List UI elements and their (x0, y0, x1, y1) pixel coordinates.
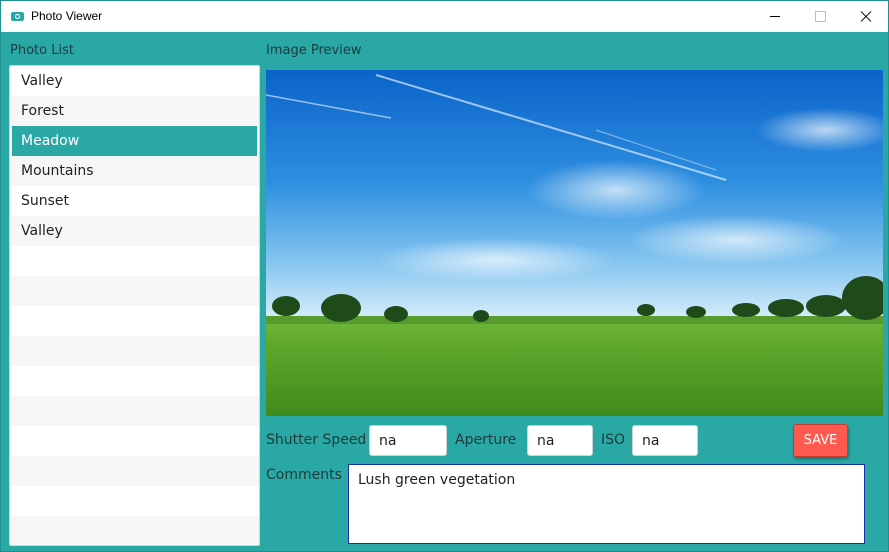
empty-row (10, 456, 259, 486)
aperture-input[interactable] (527, 425, 593, 456)
meadow-landscape-image (266, 70, 883, 416)
close-button[interactable] (843, 1, 888, 32)
shutter-speed-input[interactable] (369, 425, 447, 456)
photo-list-label: Photo List (10, 43, 74, 58)
minimize-button[interactable] (751, 1, 797, 32)
maximize-button[interactable] (797, 1, 843, 32)
empty-row (10, 336, 259, 366)
iso-label: ISO (601, 432, 626, 448)
empty-row (10, 366, 259, 396)
app-icon (11, 12, 24, 21)
iso-input[interactable] (632, 425, 698, 456)
photo-list-item-valley-2[interactable]: Valley (10, 216, 259, 246)
photo-list-item-meadow[interactable]: Meadow (12, 126, 257, 156)
empty-row (10, 306, 259, 336)
image-preview-label: Image Preview (266, 43, 362, 58)
photo-list[interactable]: Valley Forest Meadow Mountains Sunset Va… (9, 65, 260, 546)
photo-viewer-window: Photo Viewer Photo List Valley Forest Me… (0, 0, 889, 552)
save-button[interactable]: SAVE (793, 424, 848, 457)
window-title: Photo Viewer (31, 9, 103, 23)
comments-textarea[interactable]: Lush green vegetation (348, 464, 865, 544)
title-bar[interactable]: Photo Viewer (1, 1, 888, 32)
photo-list-item-forest[interactable]: Forest (10, 96, 259, 126)
photo-list-item-mountains[interactable]: Mountains (10, 156, 259, 186)
empty-row (10, 426, 259, 456)
aperture-label: Aperture (455, 432, 517, 448)
empty-row (10, 276, 259, 306)
empty-row (10, 516, 259, 545)
empty-row (10, 246, 259, 276)
photo-list-item-valley[interactable]: Valley (10, 66, 259, 96)
empty-row (10, 396, 259, 426)
comments-label: Comments (266, 467, 342, 483)
image-preview (266, 70, 883, 416)
photo-list-item-sunset[interactable]: Sunset (10, 186, 259, 216)
empty-row (10, 486, 259, 516)
shutter-speed-label: Shutter Speed (266, 432, 367, 448)
